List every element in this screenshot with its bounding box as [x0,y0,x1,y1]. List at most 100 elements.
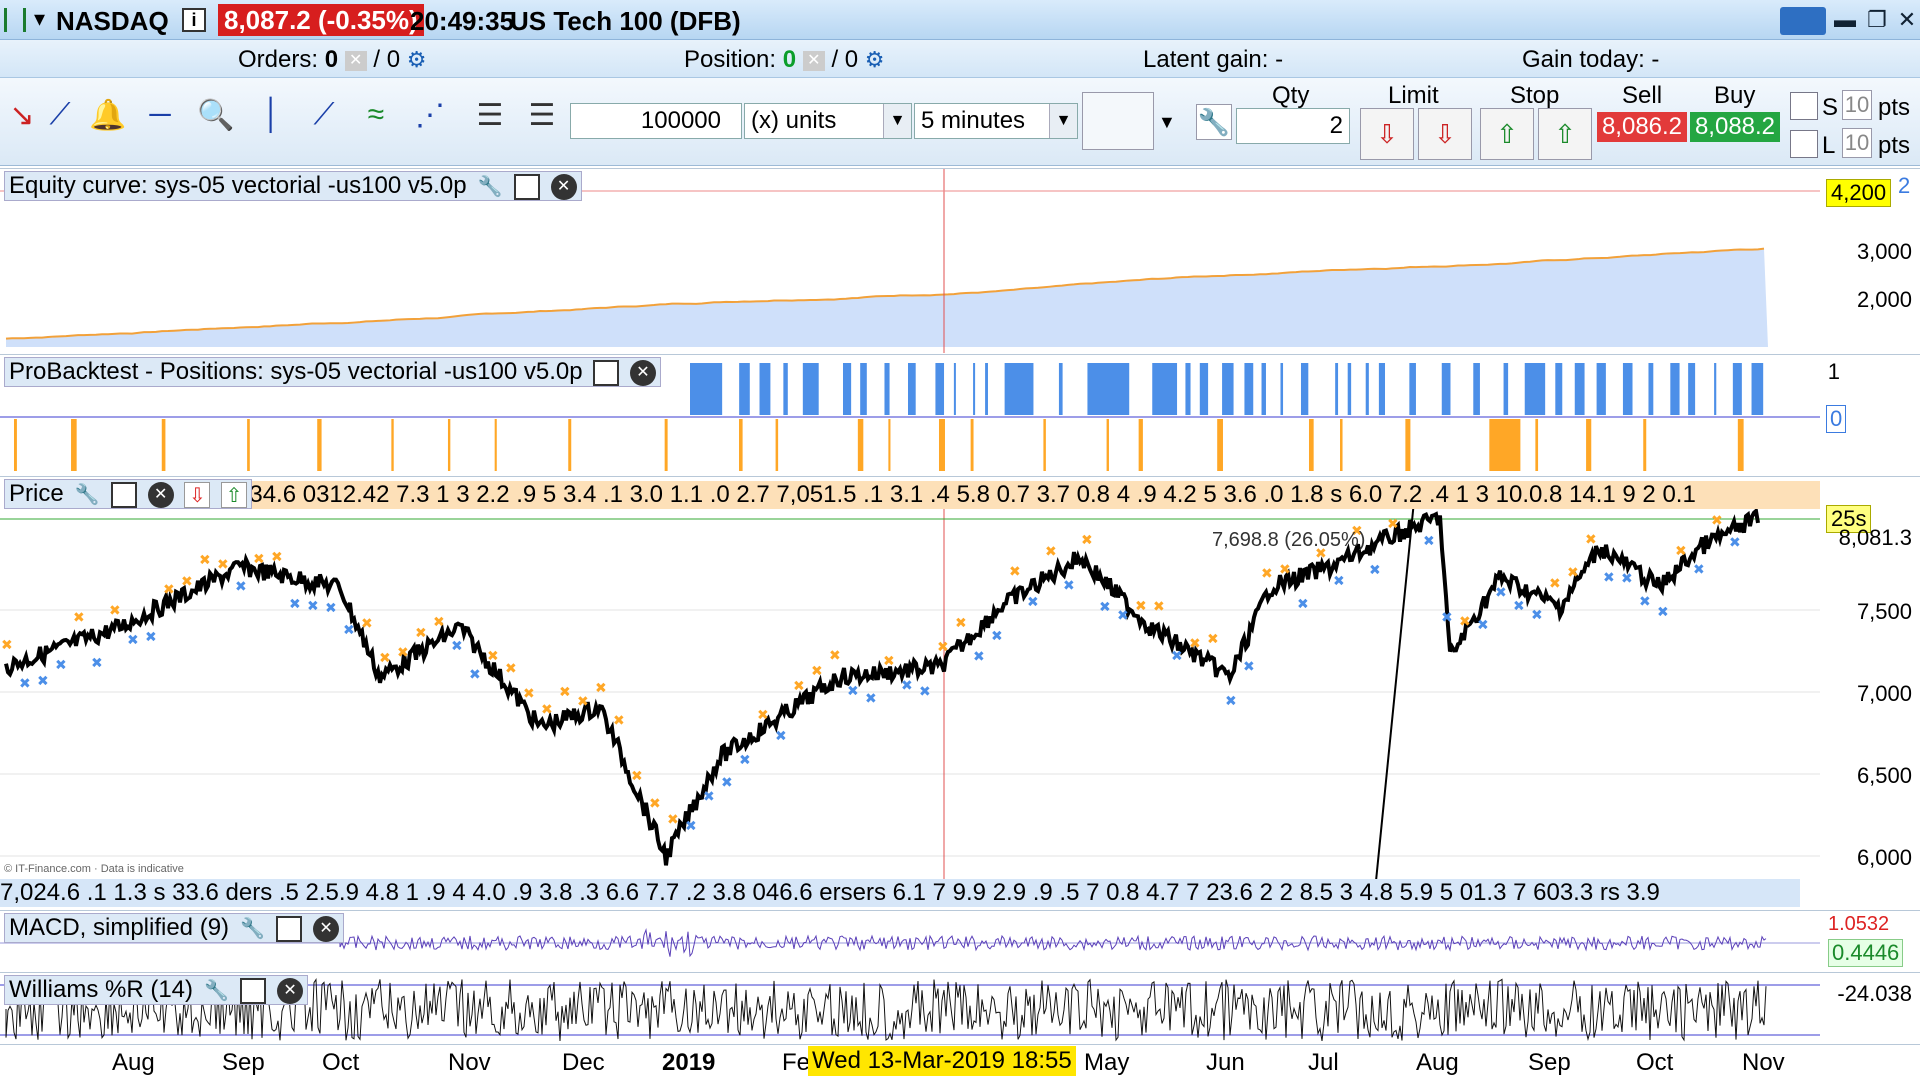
limit-buy-button[interactable]: ⇩ [1360,108,1414,160]
close-button[interactable]: ✕ [1892,6,1920,34]
wrench-icon[interactable]: 🔧 [1196,104,1232,140]
trade-marker: ✖ [361,616,373,632]
month-label: Dec [562,1049,605,1076]
vertical-line-icon[interactable]: │ [252,98,292,144]
text-tool-icon[interactable]: ☰ [522,98,562,144]
price-chart: ✖ ✖ ✖ ✖ ✖ ✖ ✖ ✖ ✖ ✖ ✖ ✖ ✖ ✖ ✖ ✖ ✖ ✖ ✖ ✖ ✖ ✖ ✖ ✖ ✖ ✖ ✖ ✖ ✖ ✖ ✖ ✖ ✖ ✖ ✖ ✖ ✖ ✖ ✖ ✖… [0,480,1820,882]
window-icon[interactable] [111,481,138,508]
trade-marker: ✖ [1171,649,1183,665]
long-position-bar [884,363,890,415]
trade-marker: ✖ [1387,517,1399,533]
info-icon[interactable]: i [182,8,206,32]
window-icon[interactable] [276,915,303,942]
sell-arrow-icon[interactable]: ⇩ [184,481,211,508]
trade-marker: ✖ [937,639,949,655]
keyboard-icon[interactable] [1780,7,1826,35]
orders-label: Orders: [238,46,319,73]
minimize-button[interactable]: ▬ [1830,6,1860,34]
window-icon [4,8,26,32]
trade-marker: ✖ [253,551,265,567]
trade-marker: ✖ [1513,599,1525,615]
trade-marker: ✖ [1045,544,1057,560]
trade-marker: ✖ [1099,599,1111,615]
line-tool-icon[interactable]: ⟋ [40,98,80,144]
short-position-bar [14,419,17,471]
trade-marker: ✖ [541,702,553,718]
macd-value: 0.4446 [1828,939,1904,967]
buy-button[interactable]: 8,088.2 [1690,112,1780,142]
close-position-icon[interactable]: ✕ [802,50,825,71]
long-position-bar [1503,363,1509,415]
gain-today: Gain today: - [1522,46,1660,73]
bell-alert-icon[interactable]: 🔔 [88,98,128,144]
wrench-icon[interactable]: 🔧 [74,482,100,508]
close-icon[interactable]: ✕ [629,359,656,386]
l-label: L [1822,132,1836,159]
close-icon[interactable]: ✕ [550,173,577,200]
stop-sell-button[interactable]: ⇧ [1538,108,1592,160]
short-position-bar [1308,419,1314,471]
trend-line-icon[interactable]: ⟋ [304,98,344,144]
units-input[interactable]: 100000 [570,103,742,139]
trade-marker: ✖ [1297,596,1309,612]
trade-marker: ✖ [757,707,769,723]
wrench-icon[interactable]: 🔧 [204,978,230,1004]
short-position-bar [1737,419,1744,471]
stop-loss-checkbox[interactable] [1790,92,1818,120]
cancel-orders-icon[interactable]: ✕ [344,50,367,71]
close-icon[interactable]: ✕ [147,481,174,508]
horizontal-line-icon[interactable]: ─ [140,98,180,144]
qty-label: Qty [1272,82,1310,109]
chevron-down-icon[interactable]: ▼ [1158,112,1176,133]
window-icon[interactable] [240,977,267,1004]
trade-marker: ✖ [1549,576,1561,592]
long-position-bar [1058,363,1063,415]
gear-icon[interactable]: ⚙ [407,47,427,72]
short-position-bar [664,419,668,471]
timeframe-select[interactable]: 5 minutes ▼ [914,103,1078,139]
zoom-icon[interactable]: 🔍 [196,98,236,144]
window-icon[interactable] [593,359,620,386]
month-label: Nov [448,1049,491,1076]
timeframe-value: 5 minutes [921,107,1026,134]
wrench-icon[interactable]: 🔧 [477,174,503,200]
fibonacci-icon[interactable]: ☰ [470,98,510,144]
s-pts-label: pts [1878,94,1911,121]
s-pts-input[interactable]: 10 [1842,90,1872,120]
trade-marker: ✖ [703,789,715,805]
qty-input[interactable]: 2 [1236,108,1350,144]
short-position-bar [247,419,250,471]
close-icon[interactable]: ✕ [313,915,340,942]
stop-buy-button[interactable]: ⇧ [1480,108,1534,160]
symbol-label[interactable]: NASDAQ [56,6,169,37]
short-position-bar [317,419,322,471]
month-label: Jun [1206,1049,1245,1076]
l-pts-input[interactable]: 10 [1842,128,1872,158]
limit-checkbox[interactable] [1790,130,1818,158]
close-icon[interactable]: ✕ [277,977,304,1004]
limit-sell-button[interactable]: ⇩ [1418,108,1472,160]
trade-marker: ✖ [1153,599,1165,615]
long-position-bar [860,363,867,415]
sell-button[interactable]: 8,086.2 [1597,112,1687,142]
trade-marker: ✖ [883,654,895,670]
indicator-chart-icon[interactable] [1082,92,1154,150]
wrench-icon[interactable]: 🔧 [240,916,266,942]
month-label: Oct [322,1049,360,1076]
last-price-label: 8,081.3 [1838,525,1912,550]
units-select[interactable]: (x) units ▼ [744,103,912,139]
channel-icon[interactable]: ≈ [356,98,396,144]
long-position-bar [1648,363,1654,415]
chevron-down-icon[interactable]: ▾ [34,6,45,32]
trade-marker: ✖ [55,657,67,673]
equity-axis-3000: 3,000 [1856,239,1912,264]
fan-icon[interactable]: ⋰ [410,98,450,144]
positions-axis-1: 1 [1827,359,1840,384]
gear-icon[interactable]: ⚙ [865,47,885,72]
arrow-tool-icon[interactable]: ↘ [2,98,42,144]
buy-arrow-icon[interactable]: ⇧ [221,481,248,508]
restore-button[interactable]: ❐ [1862,6,1892,34]
long-position-bar [759,363,771,415]
window-icon[interactable] [513,173,540,200]
short-position-bar [568,419,572,471]
